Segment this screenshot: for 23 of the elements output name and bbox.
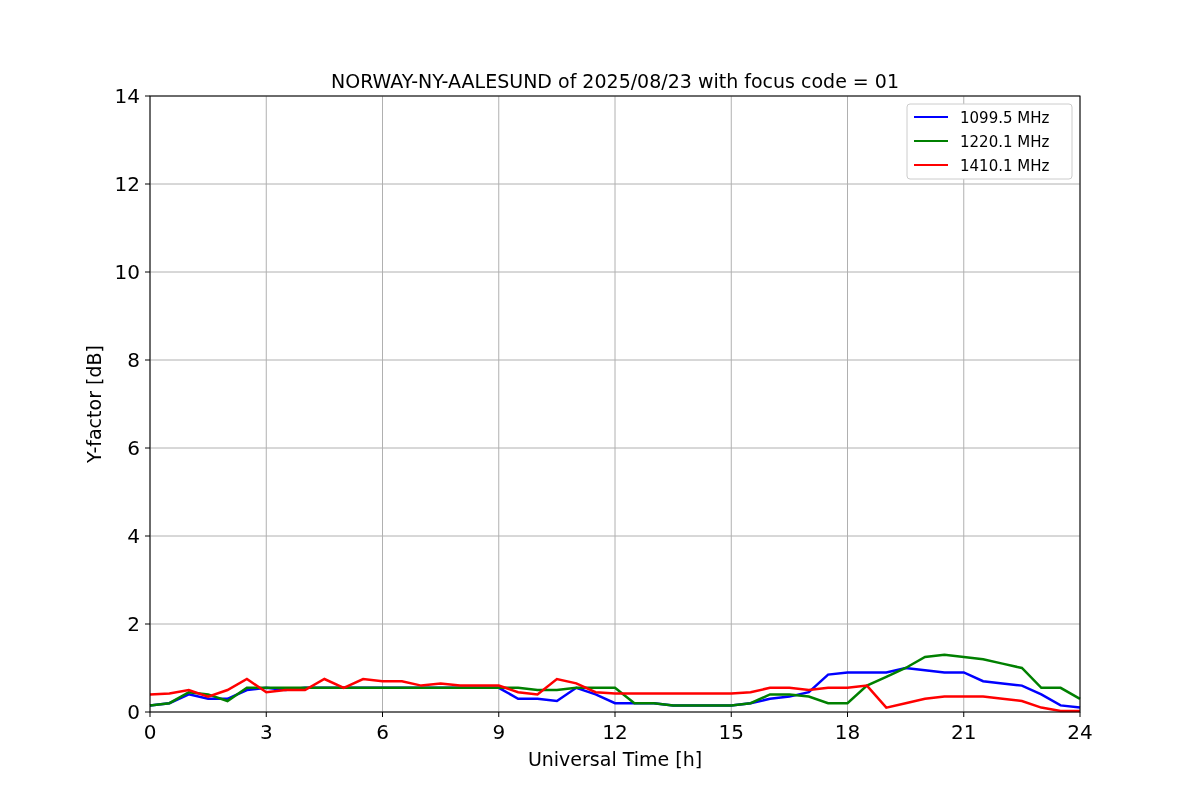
tick-label: 2: [127, 612, 140, 636]
legend-label: 1220.1 MHz: [960, 133, 1050, 151]
tick-label: 0: [143, 720, 157, 744]
y-axis-label: Y-factor [dB]: [83, 345, 105, 463]
tick-label: 6: [127, 436, 140, 460]
chart-title: NORWAY-NY-AALESUND of 2025/08/23 with focus code = 01: [331, 70, 899, 92]
tick-label: 18: [834, 720, 861, 744]
tick-label: 8: [127, 348, 140, 372]
tick-label: 9: [492, 720, 506, 744]
tick-label: 12: [602, 720, 628, 744]
tick-label: 12: [114, 172, 140, 196]
legend-label: 1099.5 MHz: [960, 109, 1050, 127]
tick-label: 24: [1067, 720, 1093, 744]
tick-label: 0: [127, 700, 140, 724]
tick-label: 3: [259, 720, 273, 744]
tick-label: 4: [127, 524, 140, 548]
x-axis-label: Universal Time [h]: [527, 748, 703, 770]
tick-label: 14: [114, 84, 140, 108]
legend-label: 1410.1 MHz: [960, 157, 1050, 175]
tick-label: 21: [951, 720, 977, 744]
tick-label: 6: [376, 720, 389, 744]
tick-label: 10: [114, 260, 140, 284]
tick-label: 15: [718, 720, 744, 744]
